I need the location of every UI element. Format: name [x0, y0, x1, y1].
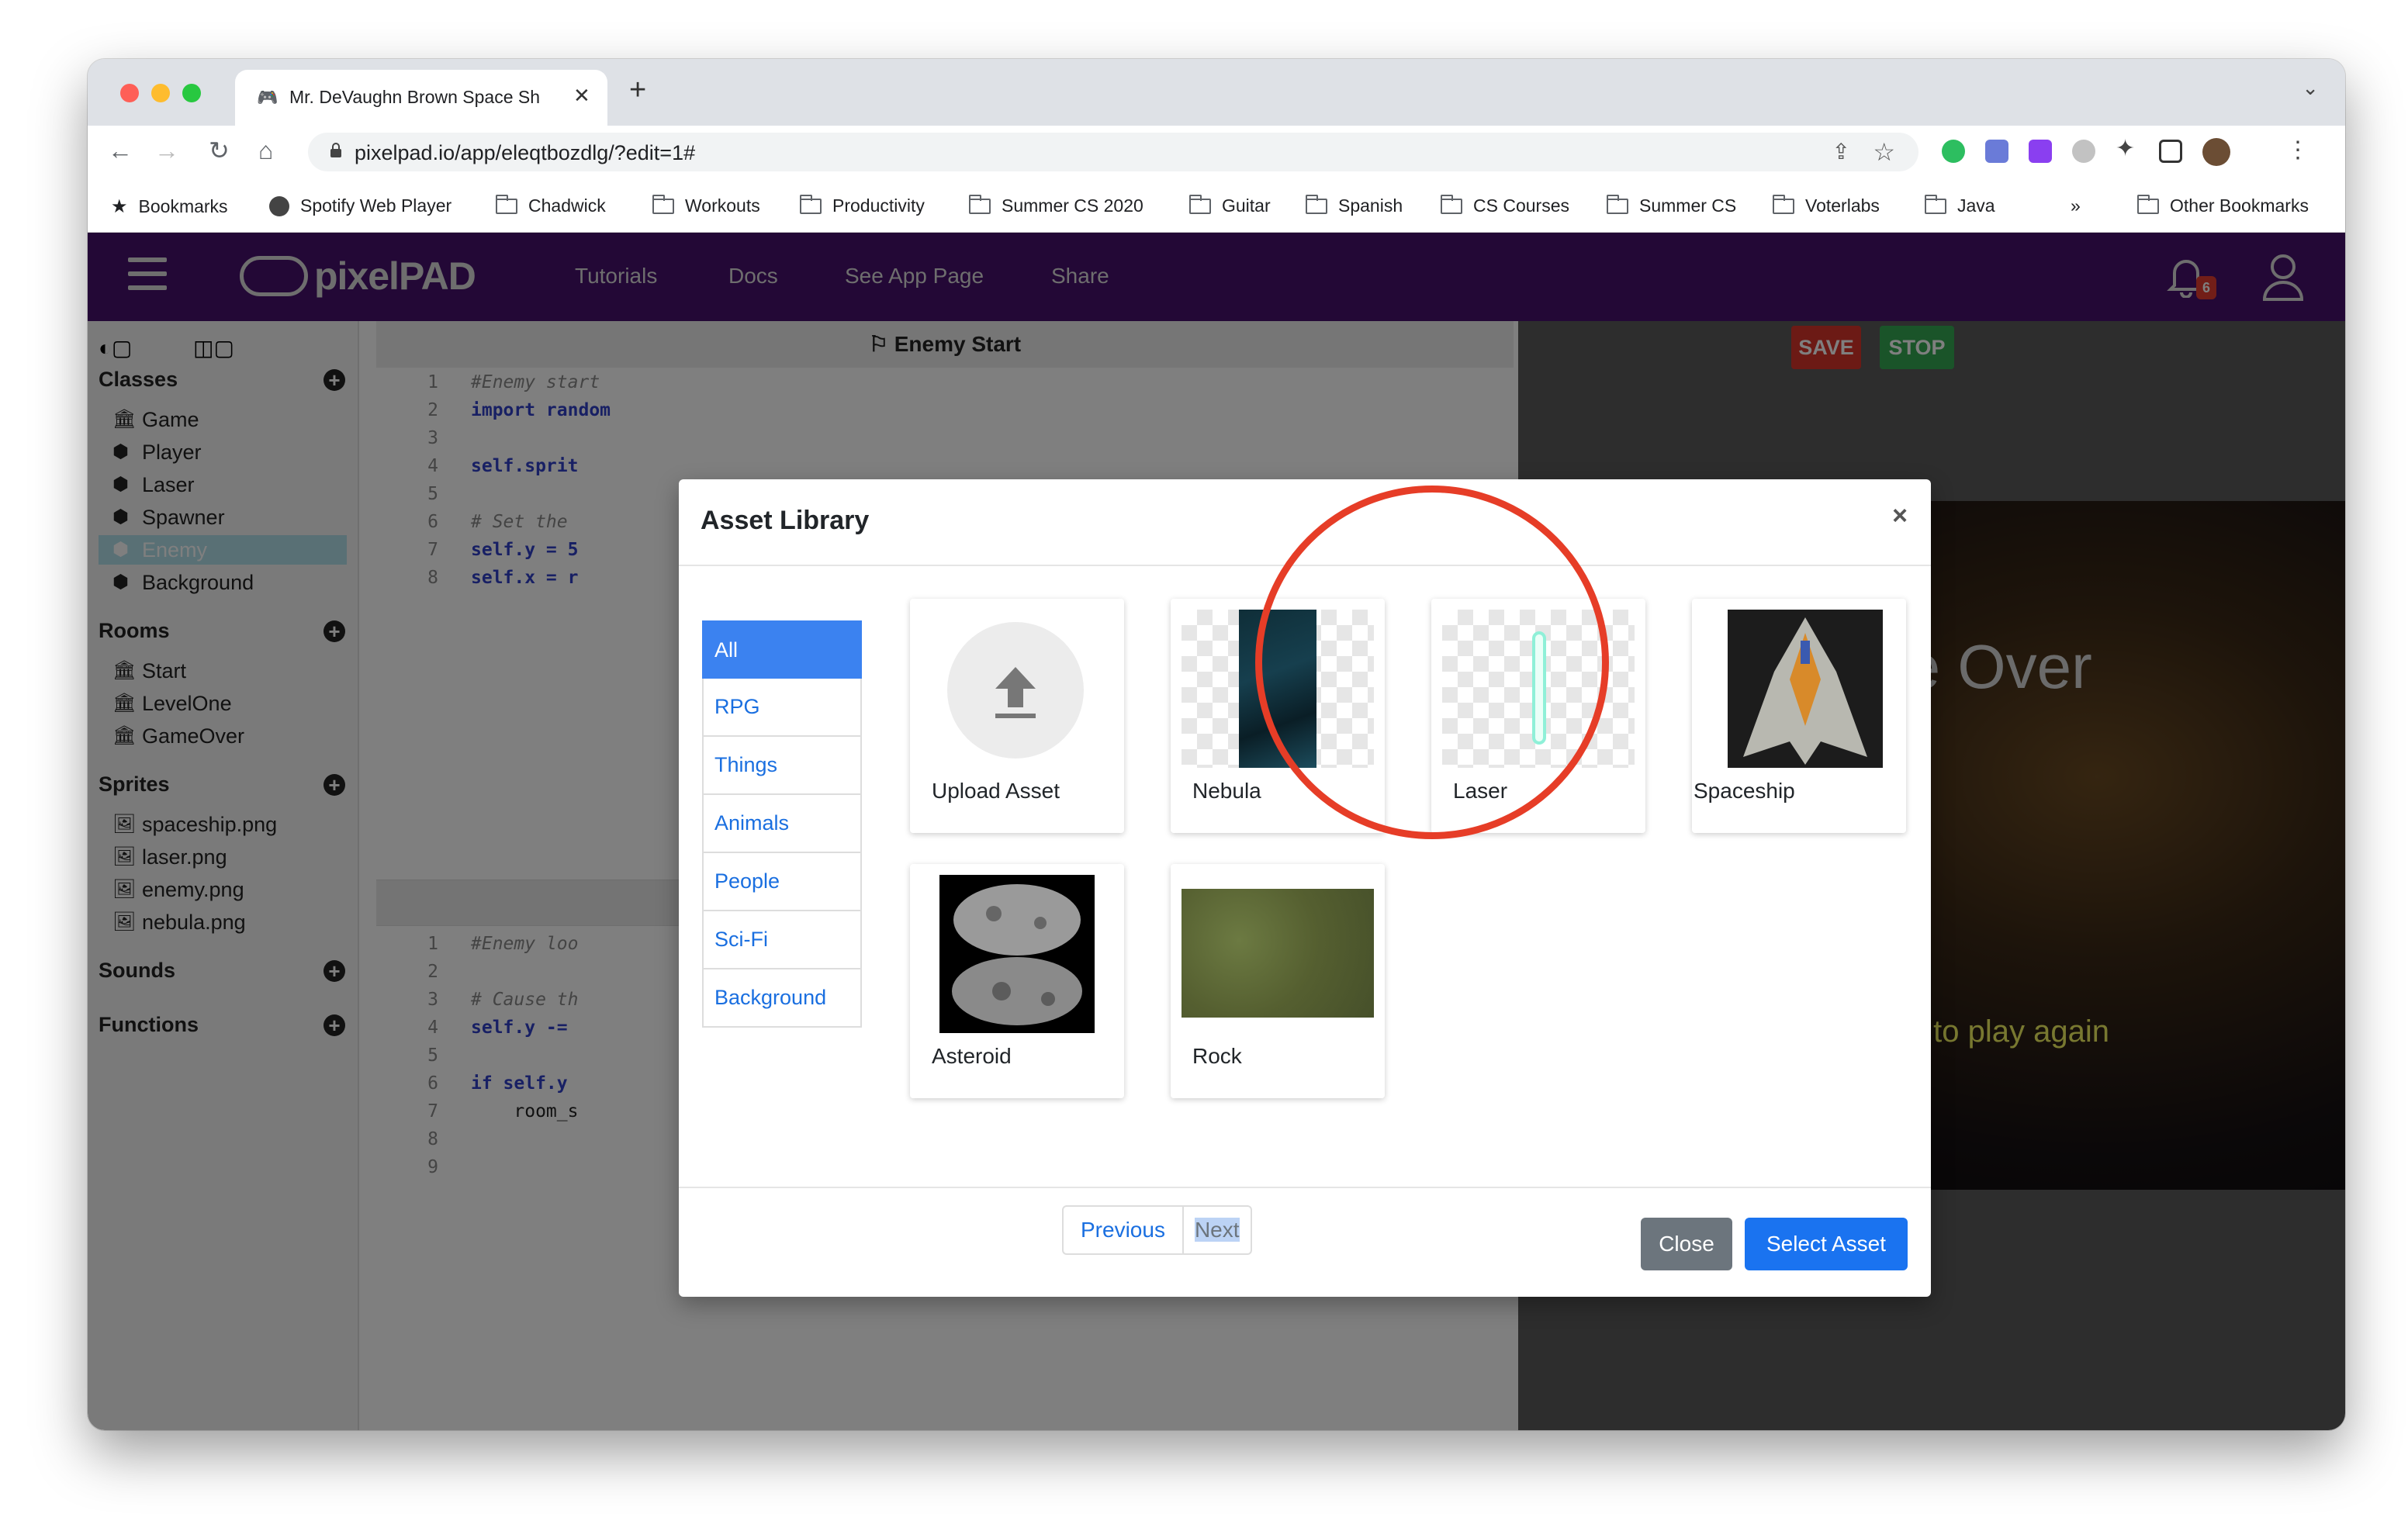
close-window-button[interactable]: [120, 84, 139, 102]
asteroid-thumbnail: [921, 875, 1113, 1033]
chevron-down-icon[interactable]: ⌄: [2302, 76, 2319, 100]
bookmark-folder[interactable]: Productivity: [800, 194, 925, 216]
bookmarks-bar: ★ Bookmarks Spotify Web Player Chadwick W…: [88, 178, 2345, 233]
category-animals[interactable]: Animals: [702, 795, 862, 853]
close-tab-icon[interactable]: ✕: [573, 84, 590, 108]
category-background[interactable]: Background: [702, 969, 862, 1028]
gamepad-icon: 🎮: [257, 88, 279, 107]
asset-label: Upload Asset: [932, 779, 1060, 803]
annotation-circle: [1255, 486, 1609, 839]
asset-card-upload[interactable]: Upload Asset: [910, 599, 1124, 833]
bookmark-folder[interactable]: Summer CS 2020: [969, 194, 1143, 216]
minimize-window-button[interactable]: [151, 84, 170, 102]
url-text: pixelpad.io/app/eleqtbozdlg/?edit=1#: [355, 141, 696, 164]
folder-icon: [1607, 194, 1628, 214]
upload-icon: [947, 622, 1084, 759]
back-arrow-icon[interactable]: ←: [108, 135, 133, 166]
lock-icon: [330, 143, 341, 157]
extension-icon[interactable]: [1985, 140, 2008, 163]
folder-icon: [652, 194, 674, 214]
bookmark-folder[interactable]: Guitar: [1189, 194, 1271, 216]
bookmark-folder[interactable]: Voterlabs: [1773, 194, 1880, 216]
folder-icon: [1441, 194, 1462, 214]
puzzle-icon[interactable]: ✦: [2116, 133, 2135, 164]
close-button[interactable]: Close: [1641, 1218, 1732, 1270]
new-tab-button[interactable]: +: [629, 74, 646, 105]
folder-icon: [1925, 194, 1946, 214]
category-all[interactable]: All: [702, 620, 862, 679]
other-bookmarks[interactable]: Other Bookmarks: [2137, 194, 2309, 216]
close-icon[interactable]: ×: [1892, 501, 1908, 531]
browser-toolbar: ← → ↻ ⌂ pixelpad.io/app/eleqtbozdlg/?edi…: [88, 126, 2345, 178]
bookmark-folder[interactable]: Chadwick: [496, 194, 606, 216]
asset-card-rock[interactable]: Rock: [1171, 864, 1385, 1098]
folder-icon: [969, 194, 991, 214]
asset-card-asteroid[interactable]: Asteroid: [910, 864, 1124, 1098]
spaceship-thumbnail: [1703, 610, 1895, 768]
extension-icon[interactable]: [2072, 140, 2095, 163]
bookmark-spotify[interactable]: Spotify Web Player: [269, 195, 452, 216]
category-things[interactable]: Things: [702, 737, 862, 795]
bookmark-star-icon[interactable]: ☆: [1873, 137, 1895, 167]
more-menu-icon[interactable]: ⋮: [2286, 135, 2309, 166]
bookmarks-item[interactable]: ★ Bookmarks: [111, 195, 228, 218]
forward-arrow-icon[interactable]: →: [154, 135, 179, 166]
category-people[interactable]: People: [702, 853, 862, 911]
folder-icon: [496, 194, 517, 214]
profile-avatar[interactable]: [2202, 138, 2230, 166]
folder-icon: [1306, 194, 1327, 214]
reload-icon[interactable]: ↻: [209, 135, 230, 166]
asset-label: Spaceship: [1694, 779, 1795, 803]
browser-tab[interactable]: 🎮 Mr. DeVaughn Brown Space Sh ✕: [235, 70, 607, 126]
tab-strip: 🎮 Mr. DeVaughn Brown Space Sh ✕ + ⌄: [88, 59, 2345, 126]
divider: [679, 1187, 1931, 1188]
rock-thumbnail: [1182, 875, 1374, 1033]
category-sci-fi[interactable]: Sci-Fi: [702, 911, 862, 969]
asset-card-spaceship[interactable]: Spaceship: [1692, 599, 1906, 833]
bookmarks-overflow-button[interactable]: »: [2071, 195, 2081, 216]
modal-title: Asset Library: [701, 506, 870, 535]
folder-icon: [800, 194, 822, 214]
zoom-window-button[interactable]: [182, 84, 201, 102]
tab-title: Mr. DeVaughn Brown Space Sh: [289, 87, 541, 107]
bookmark-folder[interactable]: Summer CS: [1607, 194, 1736, 216]
evernote-extension-icon[interactable]: [1942, 140, 1965, 163]
pagination: Previous Next: [1062, 1205, 1252, 1255]
share-icon[interactable]: ⇪: [1832, 139, 1850, 164]
checkmark-extension-icon[interactable]: [2029, 140, 2052, 163]
folder-icon: [1773, 194, 1794, 214]
bookmark-folder[interactable]: CS Courses: [1441, 194, 1569, 216]
side-panel-icon[interactable]: [2159, 140, 2182, 163]
spotify-icon: [269, 195, 289, 216]
bookmark-folder[interactable]: Java: [1925, 194, 1995, 216]
bookmark-folder[interactable]: Workouts: [652, 194, 760, 216]
select-asset-button[interactable]: Select Asset: [1745, 1218, 1908, 1270]
address-bar[interactable]: pixelpad.io/app/eleqtbozdlg/?edit=1# ⇪ ☆: [308, 133, 1918, 171]
browser-window: 🎮 Mr. DeVaughn Brown Space Sh ✕ + ⌄ ← → …: [88, 59, 2345, 1430]
bookmark-folder[interactable]: Spanish: [1306, 194, 1403, 216]
previous-page-button[interactable]: Previous: [1064, 1207, 1184, 1253]
home-icon[interactable]: ⌂: [258, 135, 273, 166]
asset-label: Rock: [1192, 1044, 1242, 1068]
asset-label: Nebula: [1192, 779, 1261, 803]
folder-icon: [2137, 194, 2159, 214]
next-page-button[interactable]: Next: [1184, 1207, 1251, 1253]
category-list: All RPG Things Animals People Sci-Fi Bac…: [702, 620, 862, 1028]
category-rpg[interactable]: RPG: [702, 679, 862, 737]
asset-label: Asteroid: [932, 1044, 1012, 1068]
star-icon: ★: [111, 196, 128, 217]
folder-icon: [1189, 194, 1211, 214]
